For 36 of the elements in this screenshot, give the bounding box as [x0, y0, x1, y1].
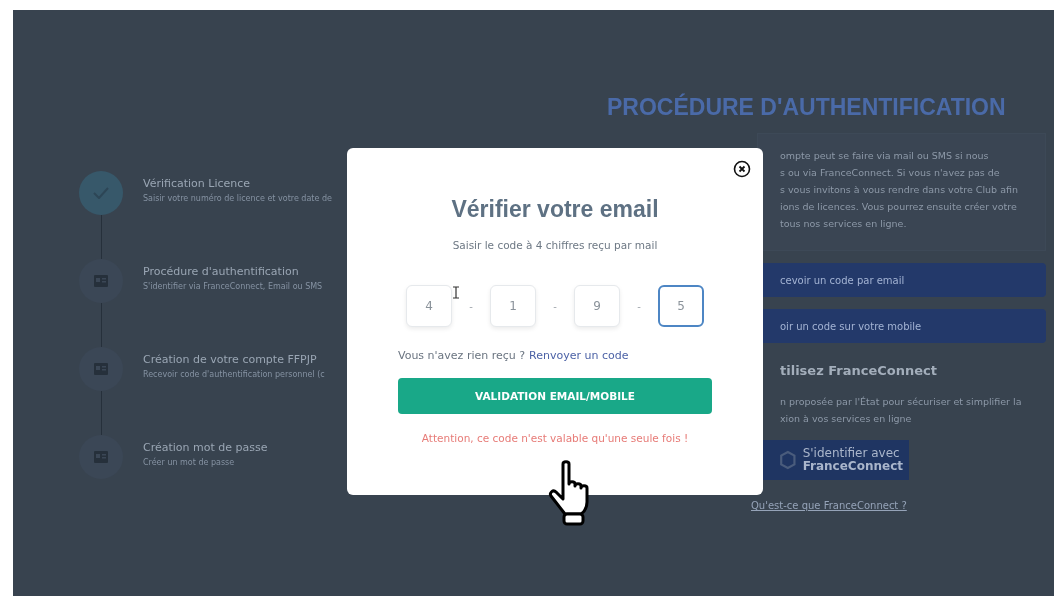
code-digit-field[interactable]: 5 — [658, 285, 704, 327]
code-digit-field[interactable]: 4 — [406, 285, 452, 327]
info-text-line: s ou via FranceConnect. Si vous n'avez pas de — [780, 167, 1001, 178]
id-card-icon — [94, 451, 108, 463]
validate-button[interactable]: VALIDATION EMAIL/MOBILE — [398, 378, 712, 414]
info-text-line: s vous invitons à vous rendre dans votre Club afin — [780, 184, 1019, 195]
separator-dash: - — [468, 300, 474, 312]
step-description: Saisir votre numéro de licence et votre date de — [143, 194, 332, 203]
step-description: S'identifier via FranceConnect, Email ou SMS — [143, 282, 323, 291]
resend-prompt: Vous n'avez rien reçu ? — [398, 349, 526, 362]
text-cursor-icon — [452, 286, 460, 299]
code-digit-field[interactable]: 9 — [574, 285, 620, 327]
step-description: Créer un mot de passe — [143, 458, 236, 467]
code-digit-field[interactable]: 1 — [490, 285, 536, 327]
step-title: Création mot de passe — [143, 441, 268, 454]
info-text-line: ompte peut se faire via mail ou SMS si nous — [780, 150, 990, 161]
page-heading: PROCÉDURE D'AUTHENTIFICATION — [607, 94, 1006, 121]
resend-link[interactable]: Renvoyer un code — [529, 349, 629, 362]
info-text-line: ions de licences. Vous pourrez ensuite créer votre — [780, 201, 1018, 212]
franceconnect-text-line: xion à vos services en ligne — [780, 413, 913, 424]
step-description: Recevoir code d'authentification personnel (c — [143, 370, 325, 379]
id-card-icon — [94, 363, 108, 375]
info-text-line: tous nos services en ligne. — [780, 218, 908, 229]
step-title: Vérification Licence — [143, 177, 252, 190]
franceconnect-heading: tilisez FranceConnect — [780, 363, 938, 378]
id-card-icon — [94, 275, 108, 287]
dialog-subtitle: Saisir le code à 4 chiffres reçu par mail — [452, 239, 658, 251]
close-button[interactable] — [733, 160, 751, 178]
step-title: Procédure d'authentification — [143, 265, 300, 278]
step-title: Création de votre compte FFPJP — [143, 353, 318, 366]
franceconnect-info-link[interactable]: Qu'est-ce que FranceConnect ? — [751, 500, 1046, 511]
warning-text: Attention, ce code n'est valable qu'une seule fois ! — [421, 432, 689, 444]
dialog-title: Vérifier votre email — [451, 196, 659, 223]
franceconnect-text-line: n proposée par l'État pour sécuriser et simplifier la — [780, 396, 1023, 407]
separator-dash: - — [552, 300, 558, 312]
separator-dash: - — [636, 300, 642, 312]
